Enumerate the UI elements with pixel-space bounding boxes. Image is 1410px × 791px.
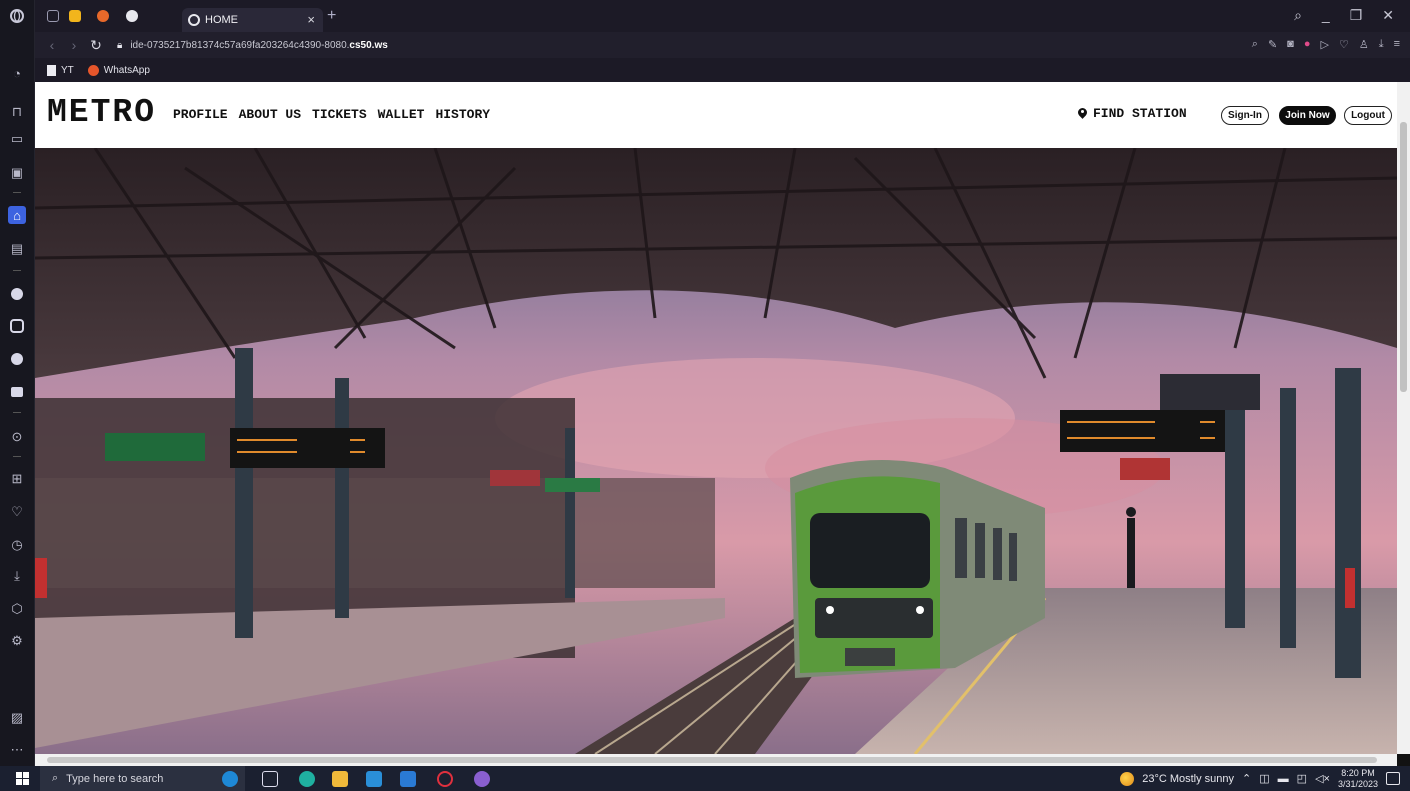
signin-button[interactable]: Sign-In [1221,106,1269,125]
address-bar: ‹ › ↻ 🔒︎ ide-0735217b81374c57a69fa203264… [35,32,1410,58]
more-dots-icon[interactable]: ⋯ [8,741,26,759]
page-horizontal-scrollbar[interactable] [35,754,1397,766]
twitch-icon[interactable]: ▭ [8,130,26,148]
network-icon[interactable]: ◰ [1297,772,1307,785]
download-icon[interactable]: ⤓ [1379,38,1384,51]
volume-icon[interactable]: ◁× [1315,772,1330,785]
tab-close-icon[interactable]: × [307,12,315,27]
nav-about-us[interactable]: ABOUT US [239,107,301,122]
extensions-cube-icon[interactable]: ⬡ [8,600,26,618]
tab-icon-workspaces[interactable] [47,10,59,22]
location-pin-icon [1078,108,1087,119]
opera-logo-icon[interactable] [8,7,26,25]
tab-icon-github[interactable] [126,10,138,22]
windows-start-icon[interactable] [16,772,29,785]
edge-icon[interactable] [299,771,315,787]
settings-gear-icon[interactable]: ⚙ [8,632,26,650]
bookmark-yt[interactable]: YT [47,64,74,76]
bookmark-whatsapp[interactable]: WhatsApp [87,64,150,76]
profile-icon[interactable]: ♙ [1359,38,1369,51]
scrollbar-thumb[interactable] [1400,122,1407,392]
nav-wallet[interactable]: WALLET [378,107,425,122]
task-view-icon[interactable] [262,771,278,787]
easy-setup-icon[interactable]: ≡ [1394,38,1400,51]
player-icon[interactable]: ▤ [8,240,26,258]
browser-sidebar: ◔ ⊓ ▭ ▣ ⌂ ▤ ⊙ ⊞ ♡ ◷ ⤓ ⬡ ⚙ ▨ ⋯ [0,0,35,766]
downloads-icon[interactable]: ⤓ [8,567,26,585]
taskbar-search-box[interactable]: ⌕ Type here to search [40,766,245,791]
restore-icon[interactable]: ❐ [1350,7,1363,24]
window-controls: ⌕ _ ❐ ✕ [1294,7,1394,24]
send-icon[interactable]: ▷ [1320,38,1328,51]
whatsapp-icon [87,64,99,76]
nav-profile[interactable]: PROFILE [173,107,228,122]
shopping-icon[interactable]: ⊓ [8,103,26,121]
nav-history[interactable]: HISTORY [435,107,490,122]
find-station-link[interactable]: FIND STATION [1078,106,1187,121]
forward-icon[interactable]: › [63,37,85,53]
whatsapp-sidebar-icon[interactable] [8,285,26,303]
battery-icon[interactable]: ▬ [1278,773,1289,785]
tab-strip: HOME × + ⌕ _ ❐ ✕ [35,0,1410,32]
reload-icon[interactable]: ↻ [85,37,107,54]
windows-taskbar: ⌕ Type here to search 23°C Mostly sunny … [0,766,1410,791]
tab-home[interactable]: HOME × [182,8,323,32]
chevron-up-icon[interactable]: ⌃ [1242,772,1251,785]
vscode-icon[interactable] [400,771,416,787]
minimize-icon[interactable]: _ [1322,7,1330,24]
site-logo[interactable]: METRO [47,94,156,131]
github-favicon-icon [188,14,200,26]
search-tabs-icon[interactable]: ⌕ [1294,7,1302,24]
heart-icon[interactable]: ♡ [1339,38,1349,51]
github-desktop-icon[interactable] [474,771,490,787]
file-explorer-icon[interactable] [332,771,348,787]
logout-button[interactable]: Logout [1344,106,1392,125]
discord-icon[interactable] [8,383,26,401]
search-icon: ⌕ [52,772,59,784]
mail-icon[interactable] [366,771,382,787]
hscrollbar-thumb[interactable] [47,757,1377,763]
weather-sun-icon[interactable] [1120,771,1135,786]
system-tray: 23°C Mostly sunny ⌃ ◫ ▬ ◰ ◁× 8:20 PM 3/3… [1120,766,1400,791]
document-icon [47,64,56,76]
nav-tickets[interactable]: TICKETS [312,107,367,122]
back-icon[interactable]: ‹ [41,37,63,53]
bookmarks-heart-icon[interactable]: ♡ [8,503,26,521]
tab-icon-opera[interactable] [97,10,109,22]
main-nav: PROFILE ABOUT US TICKETS WALLET HISTORY [173,107,490,122]
tab-title: HOME [205,14,238,26]
instagram-icon[interactable] [8,317,26,335]
bookmarks-bar: YT WhatsApp [35,58,1410,82]
lock-icon[interactable]: 🔒︎ [117,40,122,51]
shield-icon[interactable]: ● [1304,38,1311,51]
web-page: METRO PROFILE ABOUT US TICKETS WALLET HI… [35,82,1397,754]
bing-icon[interactable] [222,771,238,787]
site-header: METRO PROFILE ABOUT US TICKETS WALLET HI… [35,82,1397,148]
join-now-button[interactable]: Join Now [1279,106,1336,125]
flow-icon[interactable]: ⊙ [8,428,26,446]
pinboard-icon[interactable]: ▨ [8,709,26,727]
crypto-wallet-icon[interactable]: ▣ [8,164,26,182]
home-icon[interactable]: ⌂ [8,206,26,224]
meet-now-icon[interactable]: ◫ [1259,772,1269,785]
edit-icon[interactable]: ✎ [1268,38,1277,51]
speed-dial-icon[interactable]: ◔ [8,64,26,82]
new-tab-button[interactable]: + [327,7,336,25]
weather-text[interactable]: 23°C Mostly sunny [1142,773,1234,785]
search-icon[interactable]: ⌕ [1252,38,1258,51]
history-clock-icon[interactable]: ◷ [8,536,26,554]
tab-icon-notes[interactable] [69,10,81,22]
page-vertical-scrollbar[interactable] [1397,82,1410,754]
address-tools: ⌕ ✎ ◙ ● ▷ ♡ ♙ ⤓ ≡ [1252,38,1400,51]
vk-icon[interactable] [8,350,26,368]
hero-metro-station-image [35,148,1397,754]
close-window-icon[interactable]: ✕ [1382,7,1394,24]
opera-taskbar-icon[interactable] [437,771,453,787]
url-field[interactable]: ide-0735217b81374c57a69fa203264c4390-808… [130,40,387,51]
apps-grid-icon[interactable]: ⊞ [8,470,26,488]
snapshot-icon[interactable]: ◙ [1287,38,1294,51]
clock[interactable]: 8:20 PM 3/31/2023 [1338,768,1378,790]
notification-center-icon[interactable] [1386,772,1400,785]
